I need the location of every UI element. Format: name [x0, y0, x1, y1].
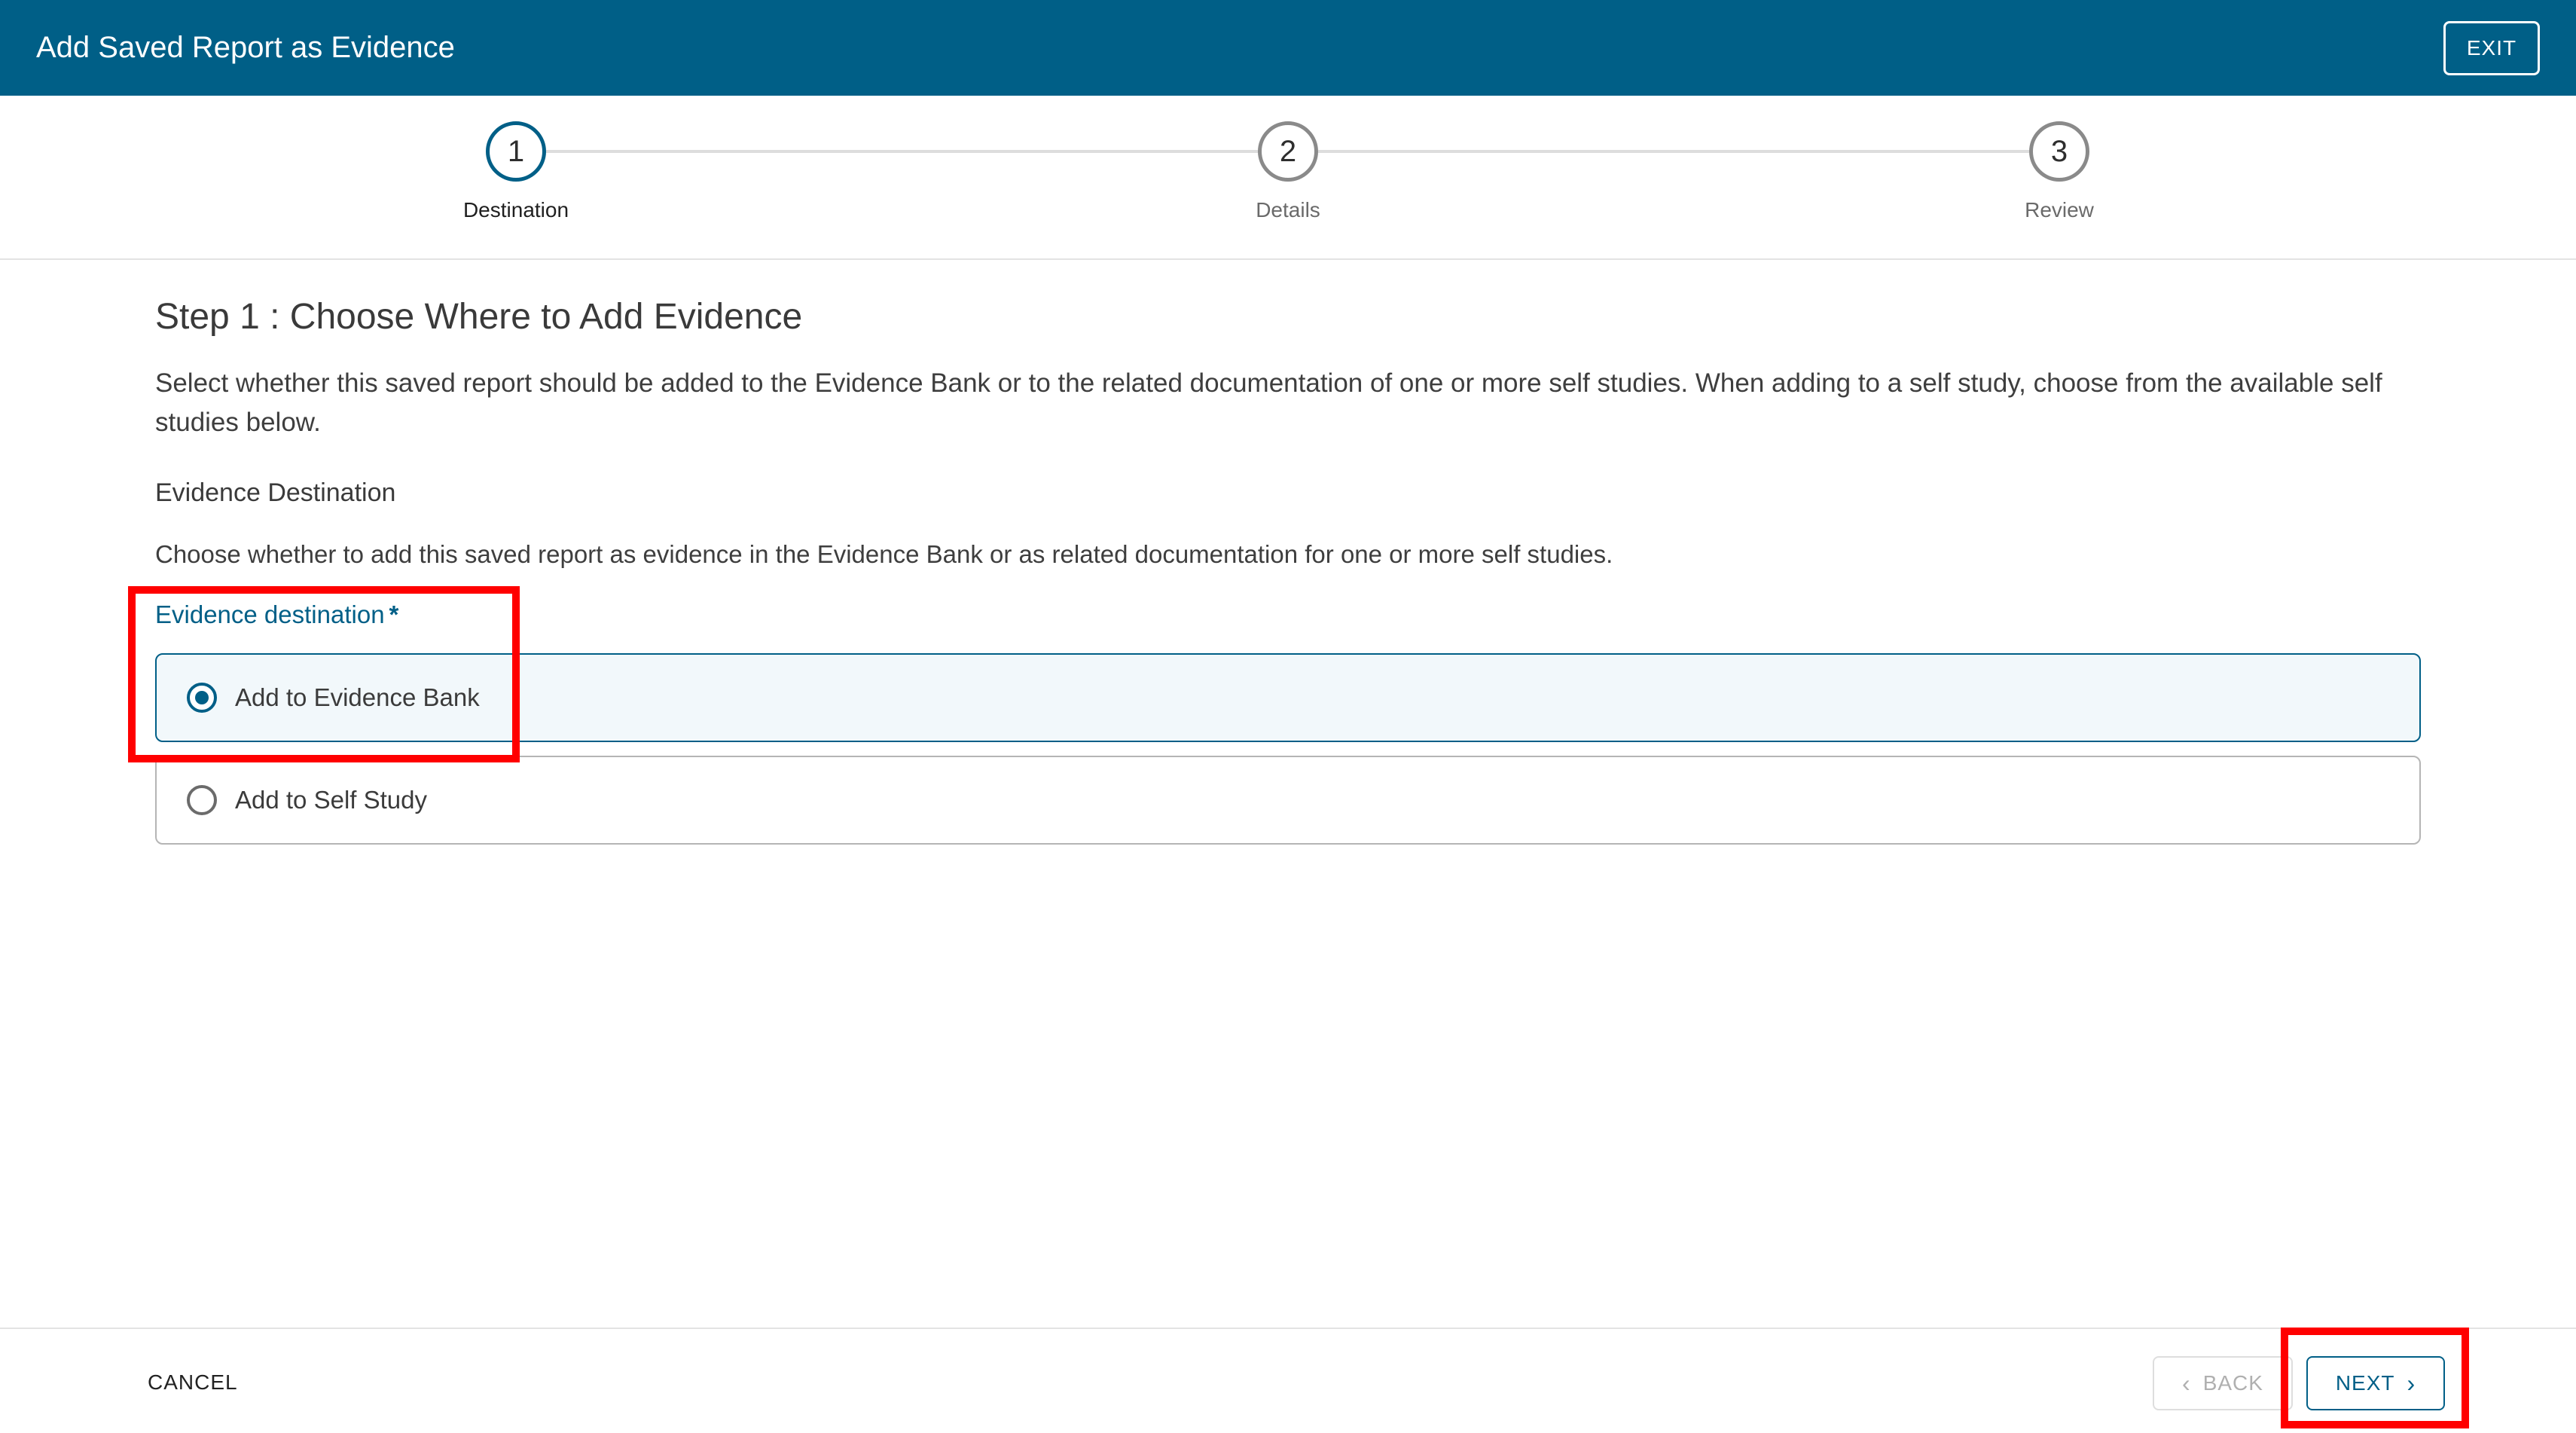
app-header: Add Saved Report as Evidence EXIT	[0, 0, 2576, 96]
step-number-badge: 2	[1258, 121, 1318, 182]
exit-button[interactable]: EXIT	[2443, 21, 2540, 75]
page-title: Add Saved Report as Evidence	[36, 31, 455, 64]
step-review: 3 Review	[1946, 121, 2172, 222]
step-heading: Step 1 : Choose Where to Add Evidence	[155, 297, 803, 337]
step-label: Destination	[462, 198, 569, 222]
field-label-text: Evidence destination	[155, 600, 385, 628]
next-button-label: NEXT	[2335, 1371, 2395, 1395]
step-number-badge: 1	[486, 121, 546, 182]
wizard-footer: CANCEL ‹ BACK NEXT ›	[0, 1328, 2576, 1433]
step-label: Details	[1256, 198, 1320, 222]
step-label: Review	[2025, 198, 2094, 222]
radio-selected-icon[interactable]	[187, 683, 217, 713]
step-number-badge: 3	[2029, 121, 2089, 182]
progress-stepper: 1 Destination 2 Details 3 Review	[0, 96, 2576, 260]
back-button-label: BACK	[2202, 1371, 2263, 1395]
radio-option-label: Add to Evidence Bank	[235, 683, 480, 711]
section-title: Evidence Destination	[155, 478, 396, 507]
next-button[interactable]: NEXT ›	[2306, 1356, 2445, 1410]
stepper-connector	[1318, 150, 2030, 153]
cancel-button[interactable]: CANCEL	[143, 1359, 243, 1404]
back-button[interactable]: ‹ BACK	[2153, 1356, 2293, 1410]
chevron-right-icon: ›	[2407, 1370, 2416, 1397]
chevron-left-icon: ‹	[2182, 1370, 2191, 1397]
required-marker: *	[389, 600, 399, 628]
step-intro-text: Select whether this saved report should …	[155, 368, 2382, 437]
section-description: Choose whether to add this saved report …	[155, 540, 1613, 568]
radio-option-label: Add to Self Study	[235, 786, 427, 814]
stepper-connector	[546, 150, 1258, 153]
evidence-destination-label: Evidence destination *	[155, 600, 398, 629]
step-details: 2 Details	[1175, 121, 1401, 222]
radio-option-self-study[interactable]: Add to Self Study	[155, 756, 2421, 845]
radio-option-evidence-bank[interactable]: Add to Evidence Bank	[155, 653, 2421, 742]
step-destination: 1 Destination	[403, 121, 629, 222]
radio-unselected-icon[interactable]	[187, 785, 217, 815]
